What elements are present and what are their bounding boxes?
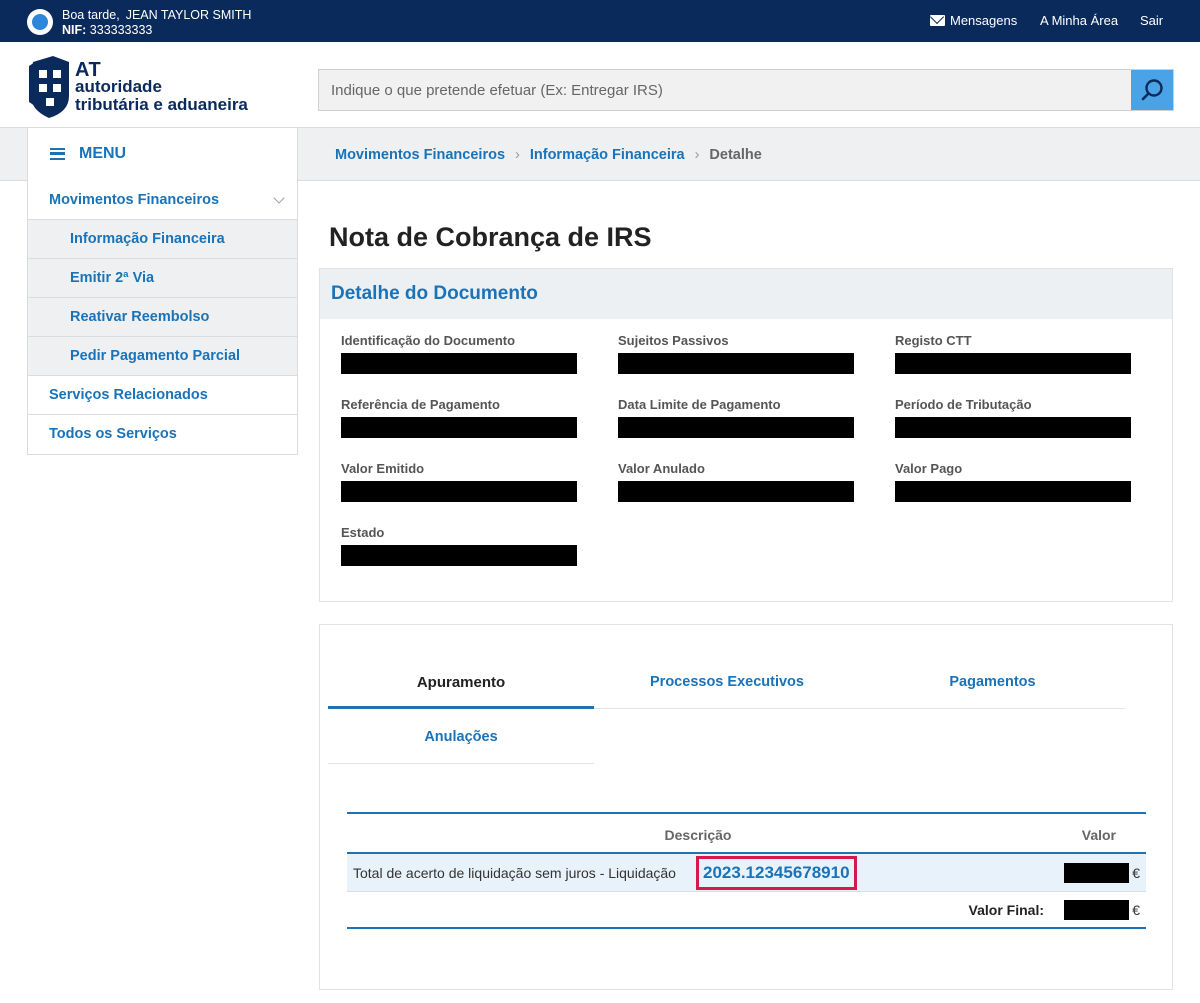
tab-anulacoes[interactable]: Anulações	[328, 711, 594, 764]
redacted-value	[341, 481, 577, 502]
field-label: Registo CTT	[895, 333, 972, 348]
chevron-right-icon: ›	[694, 147, 700, 163]
search-icon	[1141, 79, 1163, 101]
field-label: Período de Tributação	[895, 397, 1032, 412]
redacted-value	[1064, 900, 1129, 920]
messages-link[interactable]: Mensagens	[930, 0, 1017, 42]
chevron-right-icon: ›	[515, 147, 520, 163]
field-label: Valor Anulado	[618, 461, 705, 476]
redacted-value	[341, 545, 577, 566]
search-input[interactable]	[319, 70, 1131, 110]
redacted-value	[341, 353, 577, 374]
chevron-down-icon	[273, 192, 285, 204]
field-referencia-pagamento: Referência de Pagamento	[341, 397, 577, 438]
column-header-valor: Valor	[1081, 827, 1116, 843]
sidebar-item-emitir-2a-via[interactable]: Emitir 2ª Via	[28, 259, 297, 298]
nif-info: NIF: 333333333	[62, 23, 152, 37]
logo-line2: tributária e aduaneira	[75, 95, 248, 114]
field-valor-pago: Valor Pago	[895, 461, 1131, 502]
field-valor-emitido: Valor Emitido	[341, 461, 577, 502]
breadcrumb: Movimentos Financeiros › Informação Financ…	[335, 147, 762, 163]
column-header-descricao: Descrição	[664, 827, 732, 843]
field-label: Data Limite de Pagamento	[618, 397, 781, 412]
tabs-card: Apuramento Processos Executivos Pagament…	[319, 624, 1173, 990]
field-estado: Estado	[341, 525, 577, 566]
detail-heading: Detalhe do Documento	[320, 269, 1172, 319]
redacted-value	[895, 417, 1131, 438]
nav-band: MENU Movimentos Financeiros › Informação F…	[0, 127, 1200, 181]
field-label: Estado	[341, 525, 385, 540]
field-periodo-tributacao: Período de Tributação	[895, 397, 1131, 438]
sidebar-item-pedir-pagamento-parcial[interactable]: Pedir Pagamento Parcial	[28, 337, 297, 376]
search-bar	[318, 69, 1174, 111]
tab-pagamentos[interactable]: Pagamentos	[860, 656, 1125, 709]
field-sujeitos-passivos: Sujeitos Passivos	[618, 333, 854, 374]
row-description: Total de acerto de liquidação sem juros …	[353, 865, 676, 881]
breadcrumb-informacao-financeira[interactable]: Informação Financeira	[530, 147, 685, 163]
field-identificacao-documento: Identificação do Documento	[341, 333, 577, 374]
search-button[interactable]	[1131, 70, 1173, 110]
field-label: Referência de Pagamento	[341, 397, 500, 412]
menu-label: MENU	[79, 145, 127, 162]
sidebar-item-todos-os-servicos[interactable]: Todos os Serviços	[28, 415, 297, 454]
user-name: JEAN TAYLOR SMITH	[125, 8, 252, 22]
logout-link[interactable]: Sair	[1140, 0, 1163, 42]
redacted-value	[618, 481, 854, 502]
greeting-text: Boa tarde,	[62, 8, 120, 22]
page-title: Nota de Cobrança de IRS	[329, 222, 652, 252]
currency-symbol: €	[1132, 902, 1140, 918]
field-label: Sujeitos Passivos	[618, 333, 729, 348]
final-value-label: Valor Final:	[968, 902, 1044, 918]
redacted-value	[618, 417, 854, 438]
top-bar: Boa tarde, JEAN TAYLOR SMITH NIF: 3333333…	[0, 0, 1200, 42]
at-logo[interactable]: AT autoridade tributária e aduaneira	[29, 56, 269, 118]
nif-label: NIF:	[62, 23, 87, 37]
field-label: Identificação do Documento	[341, 333, 516, 348]
sidebar-item-reativar-reembolso[interactable]: Reativar Reembolso	[28, 298, 297, 337]
redacted-value	[1064, 863, 1129, 883]
field-registo-ctt: Registo CTT	[895, 333, 1131, 374]
sidebar-item-movimentos-financeiros[interactable]: Movimentos Financeiros	[28, 181, 297, 220]
breadcrumb-current: Detalhe	[709, 147, 762, 163]
document-detail-card: Detalhe do Documento Identificação do Do…	[319, 268, 1173, 602]
redacted-value	[895, 353, 1131, 374]
redacted-value	[341, 417, 577, 438]
tab-processos-executivos[interactable]: Processos Executivos	[594, 656, 860, 709]
redacted-value	[895, 481, 1131, 502]
logo-line1: autoridade	[75, 77, 162, 96]
redacted-value	[618, 353, 854, 374]
messages-label: Mensagens	[950, 13, 1018, 28]
currency-symbol: €	[1132, 865, 1140, 881]
nif-value: 333333333	[89, 23, 153, 37]
field-data-limite-pagamento: Data Limite de Pagamento	[618, 397, 854, 438]
table-header: Descrição Valor	[347, 814, 1146, 854]
hamburger-icon	[50, 148, 65, 160]
table-final-row: Valor Final: €	[347, 892, 1146, 927]
my-area-link[interactable]: A Minha Área	[1040, 0, 1118, 42]
sidebar-item-label: Movimentos Financeiros	[49, 192, 220, 208]
breadcrumb-movimentos-financeiros[interactable]: Movimentos Financeiros	[335, 147, 505, 163]
sidebar-item-informacao-financeira[interactable]: Informação Financeira	[28, 220, 297, 259]
sidebar-item-servicos-relacionados[interactable]: Serviços Relacionados	[28, 376, 297, 415]
shield-logo-icon	[29, 56, 69, 118]
sidebar: Movimentos Financeiros Informação Financ…	[27, 181, 298, 455]
greeting: Boa tarde, JEAN TAYLOR SMITH	[62, 8, 251, 22]
liquidacao-link[interactable]: 2023.12345678910	[696, 856, 857, 890]
tab-apuramento[interactable]: Apuramento	[328, 656, 594, 709]
field-valor-anulado: Valor Anulado	[618, 461, 854, 502]
menu-button[interactable]: MENU	[27, 128, 298, 181]
field-label: Valor Pago	[895, 461, 963, 476]
envelope-icon	[930, 15, 945, 26]
apuramento-table: Descrição Valor Total de acerto de liqui…	[347, 812, 1146, 929]
user-avatar-icon	[27, 9, 53, 35]
table-row: Total de acerto de liquidação sem juros …	[347, 854, 1146, 892]
field-label: Valor Emitido	[341, 461, 425, 476]
